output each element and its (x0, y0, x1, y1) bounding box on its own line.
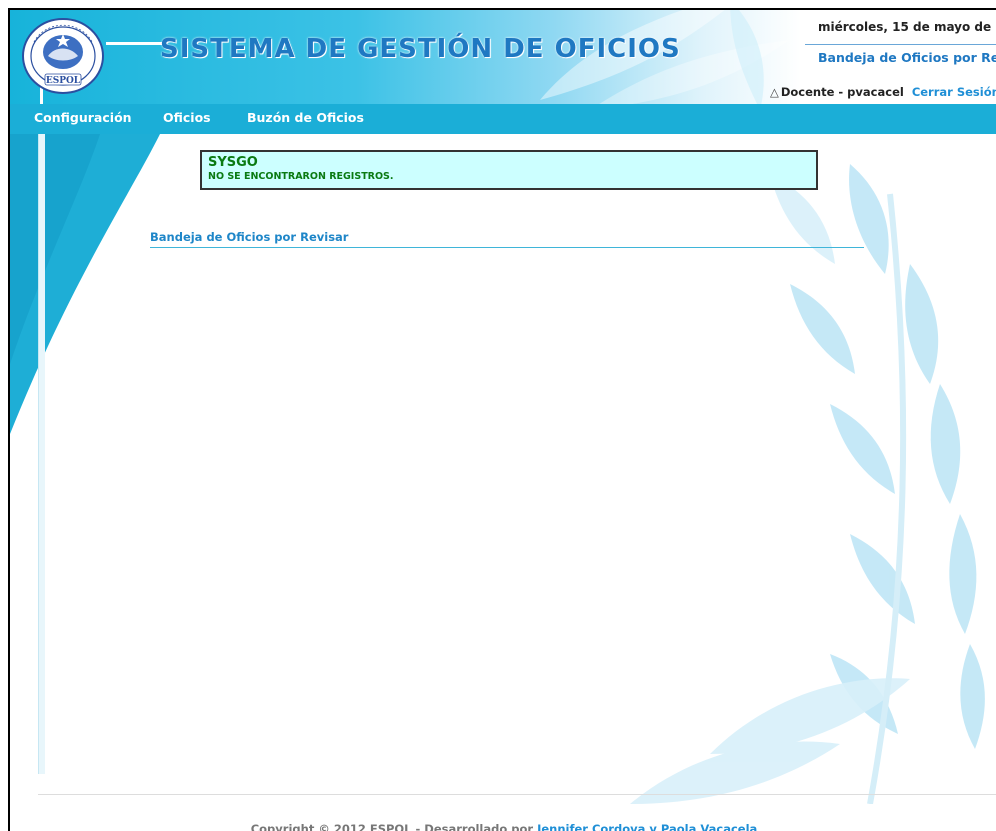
content-area: SYSGO NO SE ENCONTRARON REGISTROS. Bande… (10, 134, 996, 804)
app-title: SISTEMA DE GESTIÓN DE OFICIOS (160, 34, 681, 64)
copyright-text: Copyright © 2012 ESPOL - Desarrollado po… (250, 822, 538, 831)
left-strip (38, 134, 45, 774)
content-bottom-border (38, 794, 996, 795)
espol-seal-icon: ESPOL (22, 18, 104, 94)
section-title: Bandeja de Oficios por Revisar (150, 230, 349, 244)
section-divider (150, 247, 864, 248)
current-page-label: Bandeja de Oficios por Revisar (818, 50, 996, 65)
user-row: △ Docente - pvacacel Cerrar Sesión (770, 85, 996, 99)
footer: Copyright © 2012 ESPOL - Desarrollado po… (10, 822, 996, 831)
menu-item-buzon-oficios[interactable]: Buzón de Oficios (247, 110, 364, 125)
logo-bar (106, 42, 166, 45)
menu-item-configuracion[interactable]: Configuración (34, 110, 132, 125)
warning-triangle-icon: △ (770, 85, 779, 99)
message-title: SYSGO (208, 155, 258, 170)
logo-text: ESPOL (46, 76, 81, 86)
header: ESPOL SISTEMA DE GESTIÓN DE OFICIOS miér… (10, 10, 996, 104)
message-text: NO SE ENCONTRARON REGISTROS. (208, 171, 394, 182)
header-divider (805, 44, 996, 45)
logout-link[interactable]: Cerrar Sesión (912, 85, 996, 99)
user-label: Docente - pvacacel (780, 85, 904, 99)
menu-item-oficios[interactable]: Oficios (163, 110, 211, 125)
message-box: SYSGO NO SE ENCONTRARON REGISTROS. (200, 150, 818, 190)
current-date: miércoles, 15 de mayo de 2013 (818, 20, 996, 34)
page-frame: ESPOL SISTEMA DE GESTIÓN DE OFICIOS miér… (8, 8, 996, 831)
authors-link[interactable]: Jennifer Cordova y Paola Vacacela (537, 822, 757, 831)
main-menu: Configuración Oficios Buzón de Oficios (10, 104, 996, 134)
